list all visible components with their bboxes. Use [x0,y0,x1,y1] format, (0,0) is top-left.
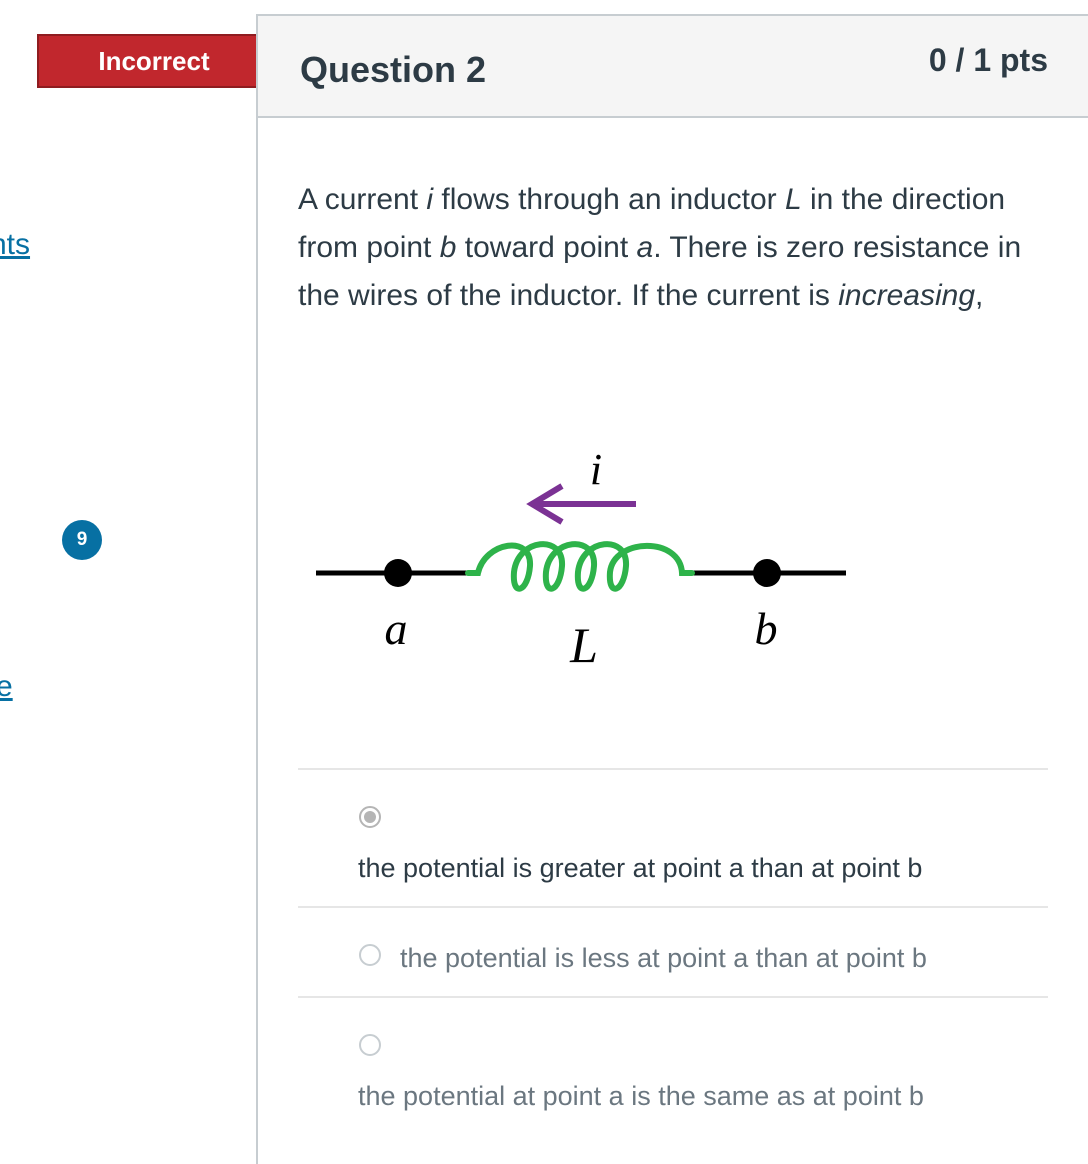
label-b: b [755,603,778,654]
sidebar-link-points[interactable]: nts [0,230,30,260]
question-text-var-L: L [784,183,802,216]
incorrect-flag: Incorrect [36,34,286,88]
answer-text-1[interactable]: the potential is greater at point a than… [358,852,922,884]
label-L: L [569,617,598,673]
node-b [753,559,781,587]
incorrect-label: Incorrect [98,45,210,76]
question-points: 0 / 1 pts [928,42,1048,78]
current-label: i [590,445,602,494]
question-text-part: , [975,279,984,312]
question-text-var-b: b [439,231,457,264]
inductor-diagram: i a L b [316,445,846,673]
question-number-badge[interactable]: 9 [62,520,102,560]
question-text: A current i flows through an inductor L … [298,176,1058,320]
question-text-part: A current [298,183,427,216]
answer-divider [298,906,1048,908]
question-text-part: flows through an inductor [433,183,785,216]
answer-radio-2[interactable] [359,944,381,966]
question-text-increasing: increasing [838,279,976,312]
label-a: a [385,603,408,654]
question-title: Question 2 [300,49,487,90]
answer-radio-3[interactable] [359,1034,381,1056]
inductor-coil [465,541,695,592]
node-a [384,559,412,587]
sidebar-link[interactable]: e [0,672,13,702]
question-text-part: toward point [456,231,637,264]
answer-radio-1[interactable] [359,806,381,828]
answer-text-3[interactable]: the potential at point a is the same as … [358,1080,924,1112]
answer-divider [298,996,1048,998]
answers-divider [298,768,1048,770]
question-text-var-a: a [636,231,654,264]
quiz-page: nts 9 e Incorrect Question 2 0 / 1 pts A… [0,0,1088,1164]
current-arrow [526,483,636,525]
answer-text-2[interactable]: the potential is less at point a than at… [400,942,927,974]
question-header: Question 2 0 / 1 pts [258,16,1088,118]
